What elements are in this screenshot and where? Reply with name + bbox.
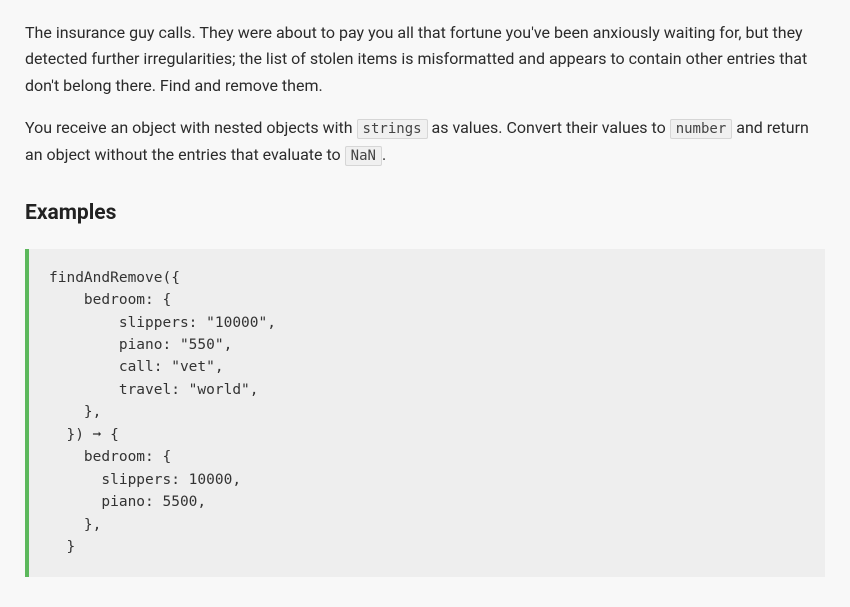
example-code-block: findAndRemove({ bedroom: { slippers: "10… — [25, 249, 825, 577]
inline-code-number: number — [670, 119, 733, 139]
inline-code-strings: strings — [357, 119, 428, 139]
intro-paragraph-1: The insurance guy calls. They were about… — [25, 20, 825, 99]
inline-code-nan: NaN — [345, 146, 382, 166]
examples-heading: Examples — [25, 196, 825, 231]
intro-paragraph-2: You receive an object with nested object… — [25, 115, 825, 168]
text-segment: as values. Convert their values to — [428, 118, 670, 137]
text-segment: You receive an object with nested object… — [25, 118, 357, 137]
text-segment: . — [382, 145, 386, 164]
